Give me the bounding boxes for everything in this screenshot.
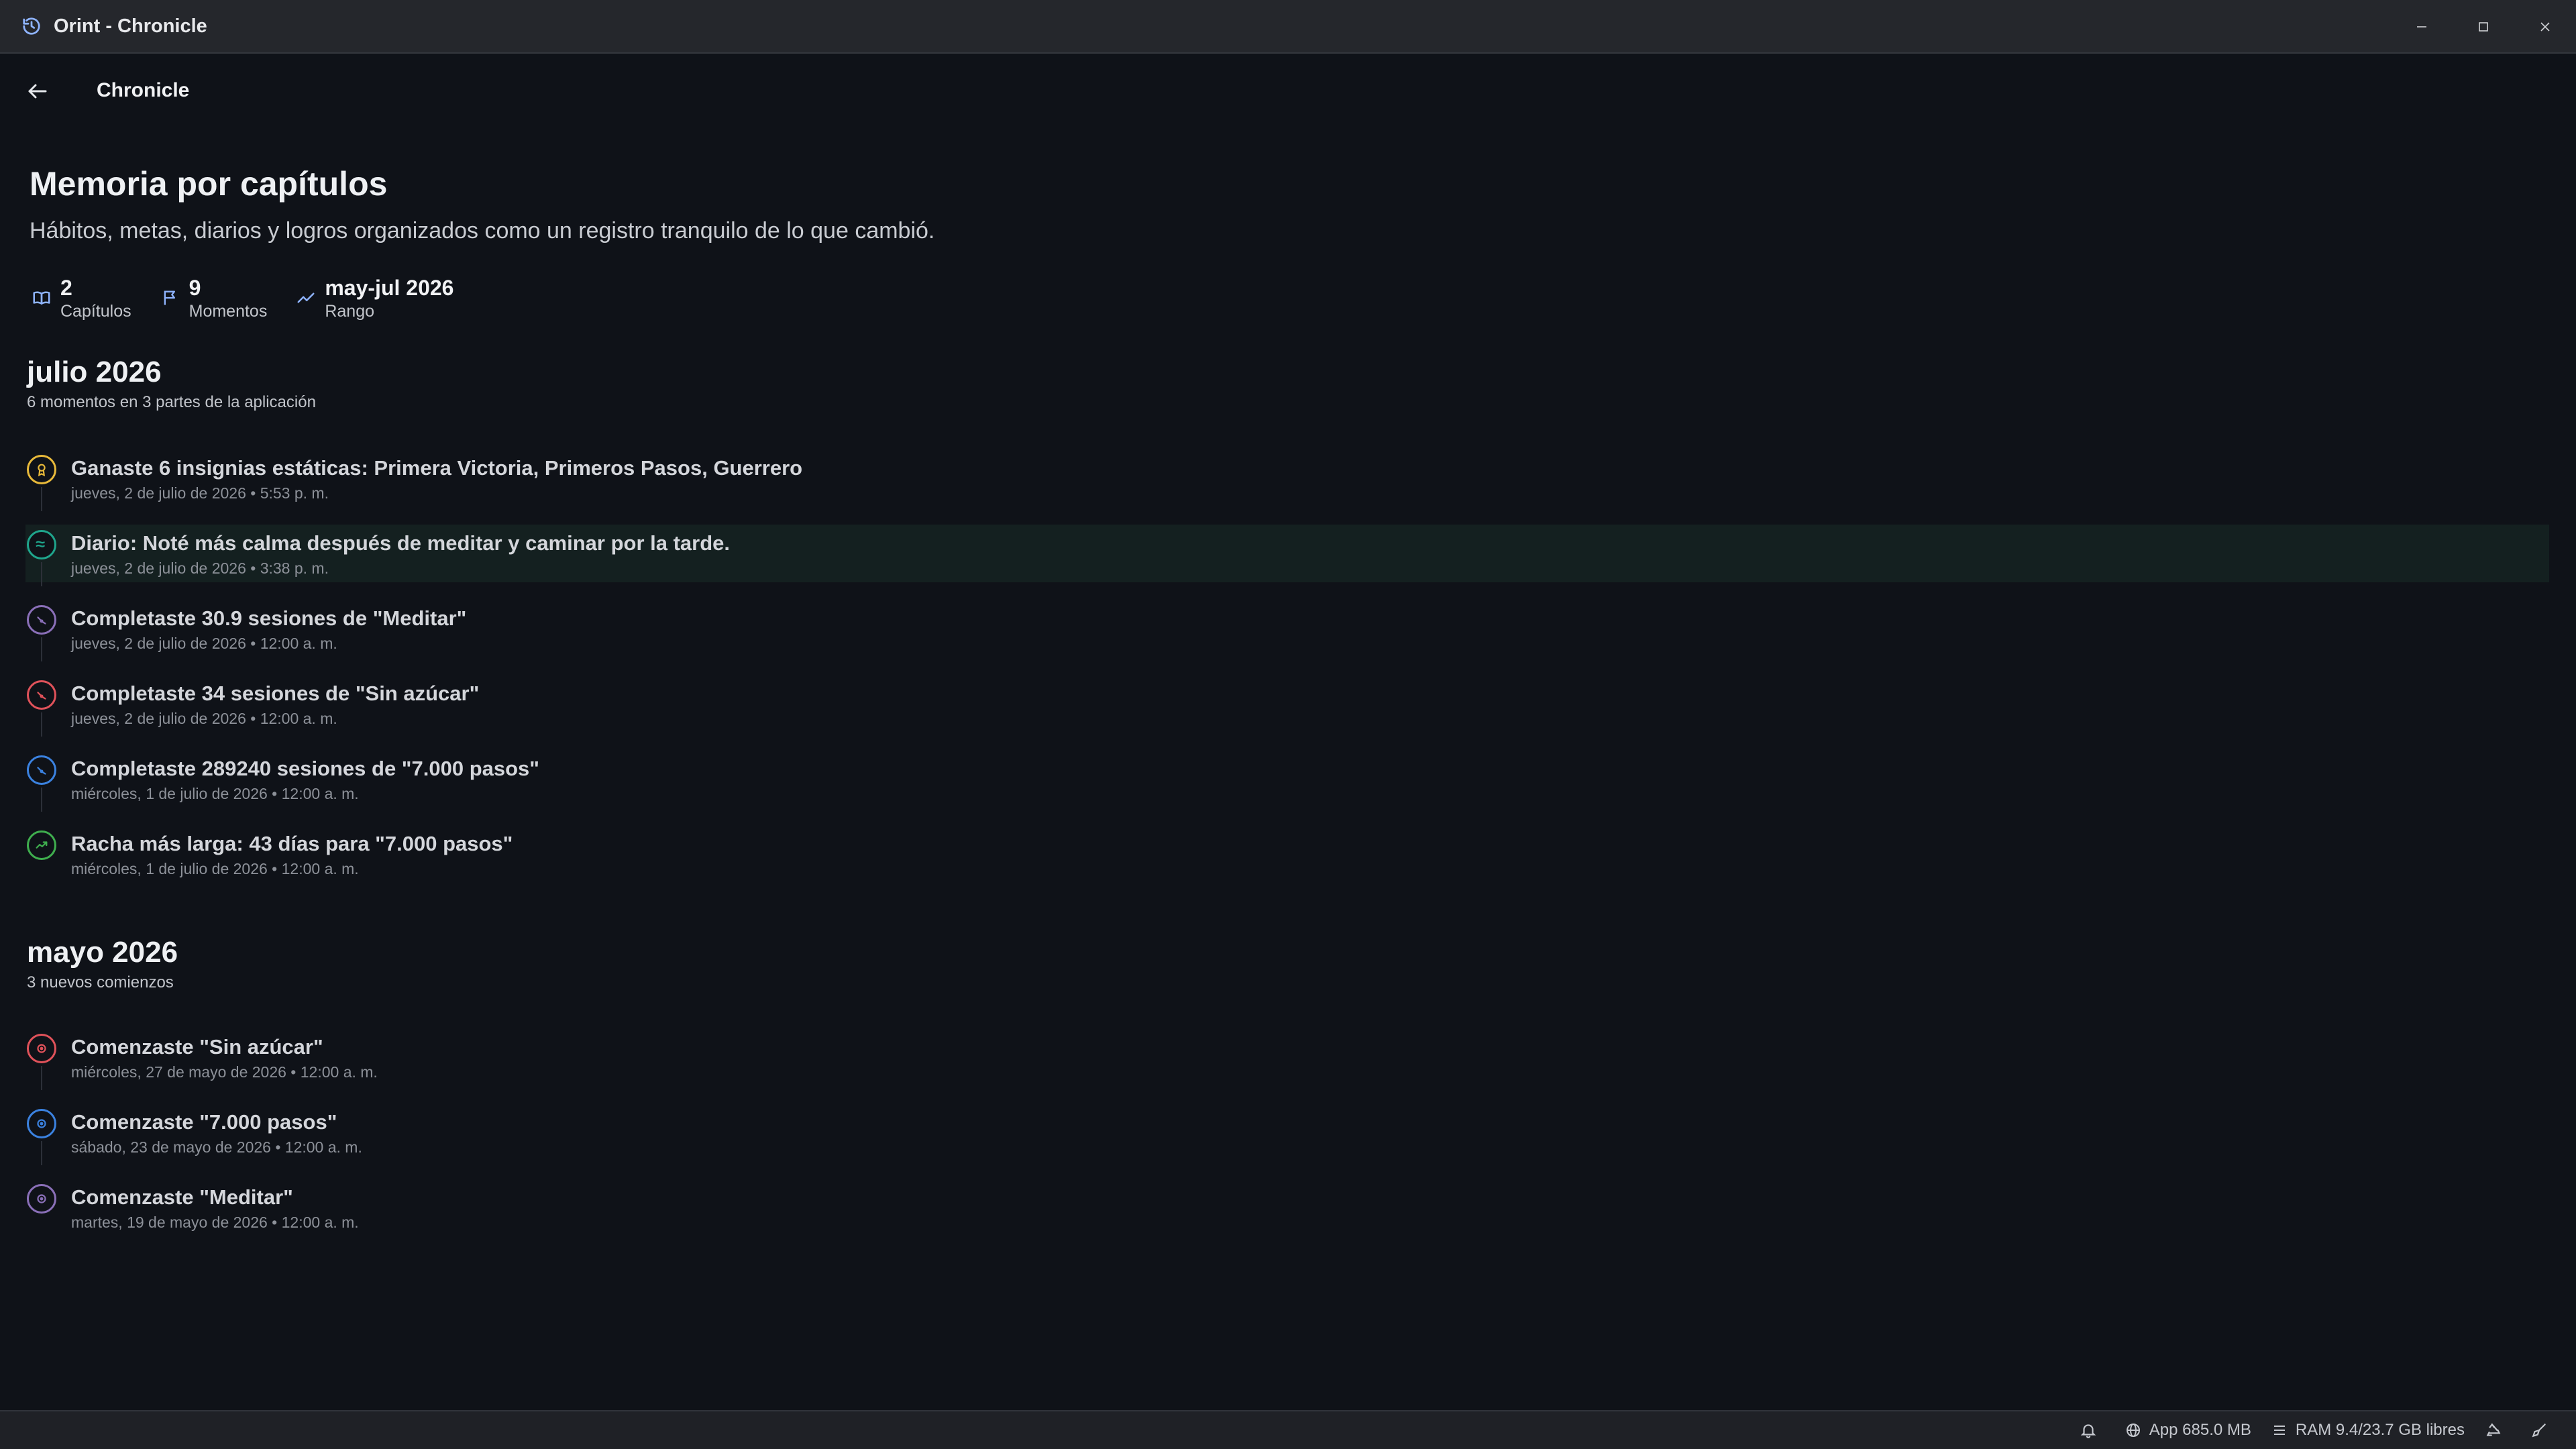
nav-bar: Chronicle (0, 55, 2576, 129)
nav-title: Chronicle (97, 79, 190, 101)
event-date: jueves, 2 de julio de 2026 • 12:00 a. m. (71, 710, 337, 727)
event-date: jueves, 2 de julio de 2026 • 12:00 a. m. (71, 635, 337, 652)
title-bar: Orint - Chronicle (0, 0, 2576, 54)
event-title: Diario: Noté más calma después de medita… (71, 531, 731, 555)
stat-value: 2 (60, 276, 72, 300)
chapter-header: mayo 2026 3 nuevos comienzos (27, 936, 2549, 992)
timeline-event[interactable]: Diario: Noté más calma después de medita… (25, 525, 2549, 586)
habit-icon (27, 755, 56, 785)
page-subtitle: Hábitos, metas, diarios y logros organiz… (30, 218, 935, 244)
minimize-button[interactable] (2391, 0, 2453, 54)
event-date: miércoles, 1 de julio de 2026 • 12:00 a.… (71, 860, 359, 877)
chapter-header: julio 2026 6 momentos en 3 partes de la … (27, 356, 2549, 412)
close-button[interactable] (2514, 0, 2576, 54)
start-icon (27, 1184, 56, 1214)
book-icon (30, 286, 54, 310)
event-title: Completaste 289240 sesiones de "7.000 pa… (71, 757, 539, 780)
broom-icon (2532, 1424, 2546, 1438)
event-title: Completaste 34 sesiones de "Sin azúcar" (71, 682, 480, 705)
bell-icon (2080, 1424, 2096, 1438)
timeline-event[interactable]: Comenzaste "7.000 pasos" sábado, 23 de m… (25, 1104, 2549, 1165)
badge-icon (27, 455, 56, 484)
notifications-button[interactable] (2080, 1421, 2105, 1439)
event-date: jueves, 2 de julio de 2026 • 3:38 p. m. (71, 559, 329, 577)
start-icon (27, 1034, 56, 1063)
event-date: sábado, 23 de mayo de 2026 • 12:00 a. m. (71, 1138, 362, 1156)
timeline-event[interactable]: Completaste 34 sesiones de "Sin azúcar" … (25, 675, 2549, 737)
timeline-event[interactable]: Completaste 30.9 sesiones de "Meditar" j… (25, 600, 2549, 661)
event-title: Completaste 30.9 sesiones de "Meditar" (71, 606, 467, 630)
history-icon (20, 15, 43, 38)
timeline-event[interactable]: Completaste 289240 sesiones de "7.000 pa… (25, 750, 2549, 812)
journal-icon (27, 530, 56, 559)
stat-label: Capítulos (60, 302, 131, 321)
page-title: Memoria por capítulos (30, 165, 388, 203)
chapter-subtitle: 3 nuevos comienzos (27, 973, 174, 991)
timeline-event[interactable]: Comenzaste "Meditar" martes, 19 de mayo … (25, 1179, 2549, 1236)
stat-value: may-jul 2026 (325, 276, 454, 300)
stats-row: 2 Capítulos 9 Momentos may-jul 2026 Rang… (30, 275, 480, 322)
stat-label: Rango (325, 302, 375, 321)
chapter-subtitle: 6 momentos en 3 partes de la aplicación (27, 393, 316, 411)
globe-icon (2126, 1424, 2140, 1437)
status-bar: App 685.0 MB RAM 9.4/23.7 GB libres (0, 1410, 2576, 1449)
event-title: Comenzaste "Meditar" (71, 1185, 293, 1209)
event-title: Ganaste 6 insignias estáticas: Primera V… (71, 456, 803, 480)
stat-value: 9 (189, 276, 201, 300)
ram-text: RAM 9.4/23.7 GB libres (2295, 1421, 2465, 1439)
stat-chapters: 2 Capítulos (30, 275, 131, 322)
event-title: Comenzaste "7.000 pasos" (71, 1110, 337, 1134)
habit-icon (27, 680, 56, 710)
stat-moments: 9 Momentos (158, 275, 268, 322)
list-icon (2273, 1426, 2285, 1435)
event-title: Racha más larga: 43 días para "7.000 pas… (71, 832, 513, 855)
recycle-button[interactable] (2485, 1421, 2510, 1439)
event-date: miércoles, 1 de julio de 2026 • 12:00 a.… (71, 785, 359, 802)
chapter-title: julio 2026 (27, 356, 162, 388)
maximize-button[interactable] (2453, 0, 2514, 54)
timeline-event[interactable]: Comenzaste "Sin azúcar" miércoles, 27 de… (25, 1028, 2549, 1090)
trend-icon (294, 286, 318, 310)
event-date: martes, 19 de mayo de 2026 • 12:00 a. m. (71, 1214, 359, 1231)
stat-range: may-jul 2026 Rango (294, 275, 453, 322)
timeline-event[interactable]: Racha más larga: 43 días para "7.000 pas… (25, 825, 2549, 883)
timeline-event[interactable]: Ganaste 6 insignias estáticas: Primera V… (25, 449, 2549, 511)
start-icon (27, 1109, 56, 1138)
recycle-icon (2486, 1423, 2501, 1436)
flag-icon (158, 286, 182, 310)
event-date: miércoles, 27 de mayo de 2026 • 12:00 a.… (71, 1063, 378, 1081)
clean-button[interactable] (2530, 1421, 2556, 1439)
window-title: Orint - Chronicle (54, 15, 207, 37)
habit-icon (27, 605, 56, 635)
event-title: Comenzaste "Sin azúcar" (71, 1035, 323, 1059)
back-button[interactable] (20, 74, 55, 109)
arrow-left-icon (28, 84, 47, 99)
event-date: jueves, 2 de julio de 2026 • 5:53 p. m. (71, 484, 329, 502)
app-memory-indicator: App 685.0 MB (2125, 1421, 2251, 1440)
stat-label: Momentos (189, 302, 268, 321)
app-memory-text: App 685.0 MB (2149, 1421, 2251, 1439)
chapter-title: mayo 2026 (27, 936, 178, 969)
streak-icon (27, 830, 56, 860)
ram-indicator: RAM 9.4/23.7 GB libres (2271, 1421, 2465, 1440)
